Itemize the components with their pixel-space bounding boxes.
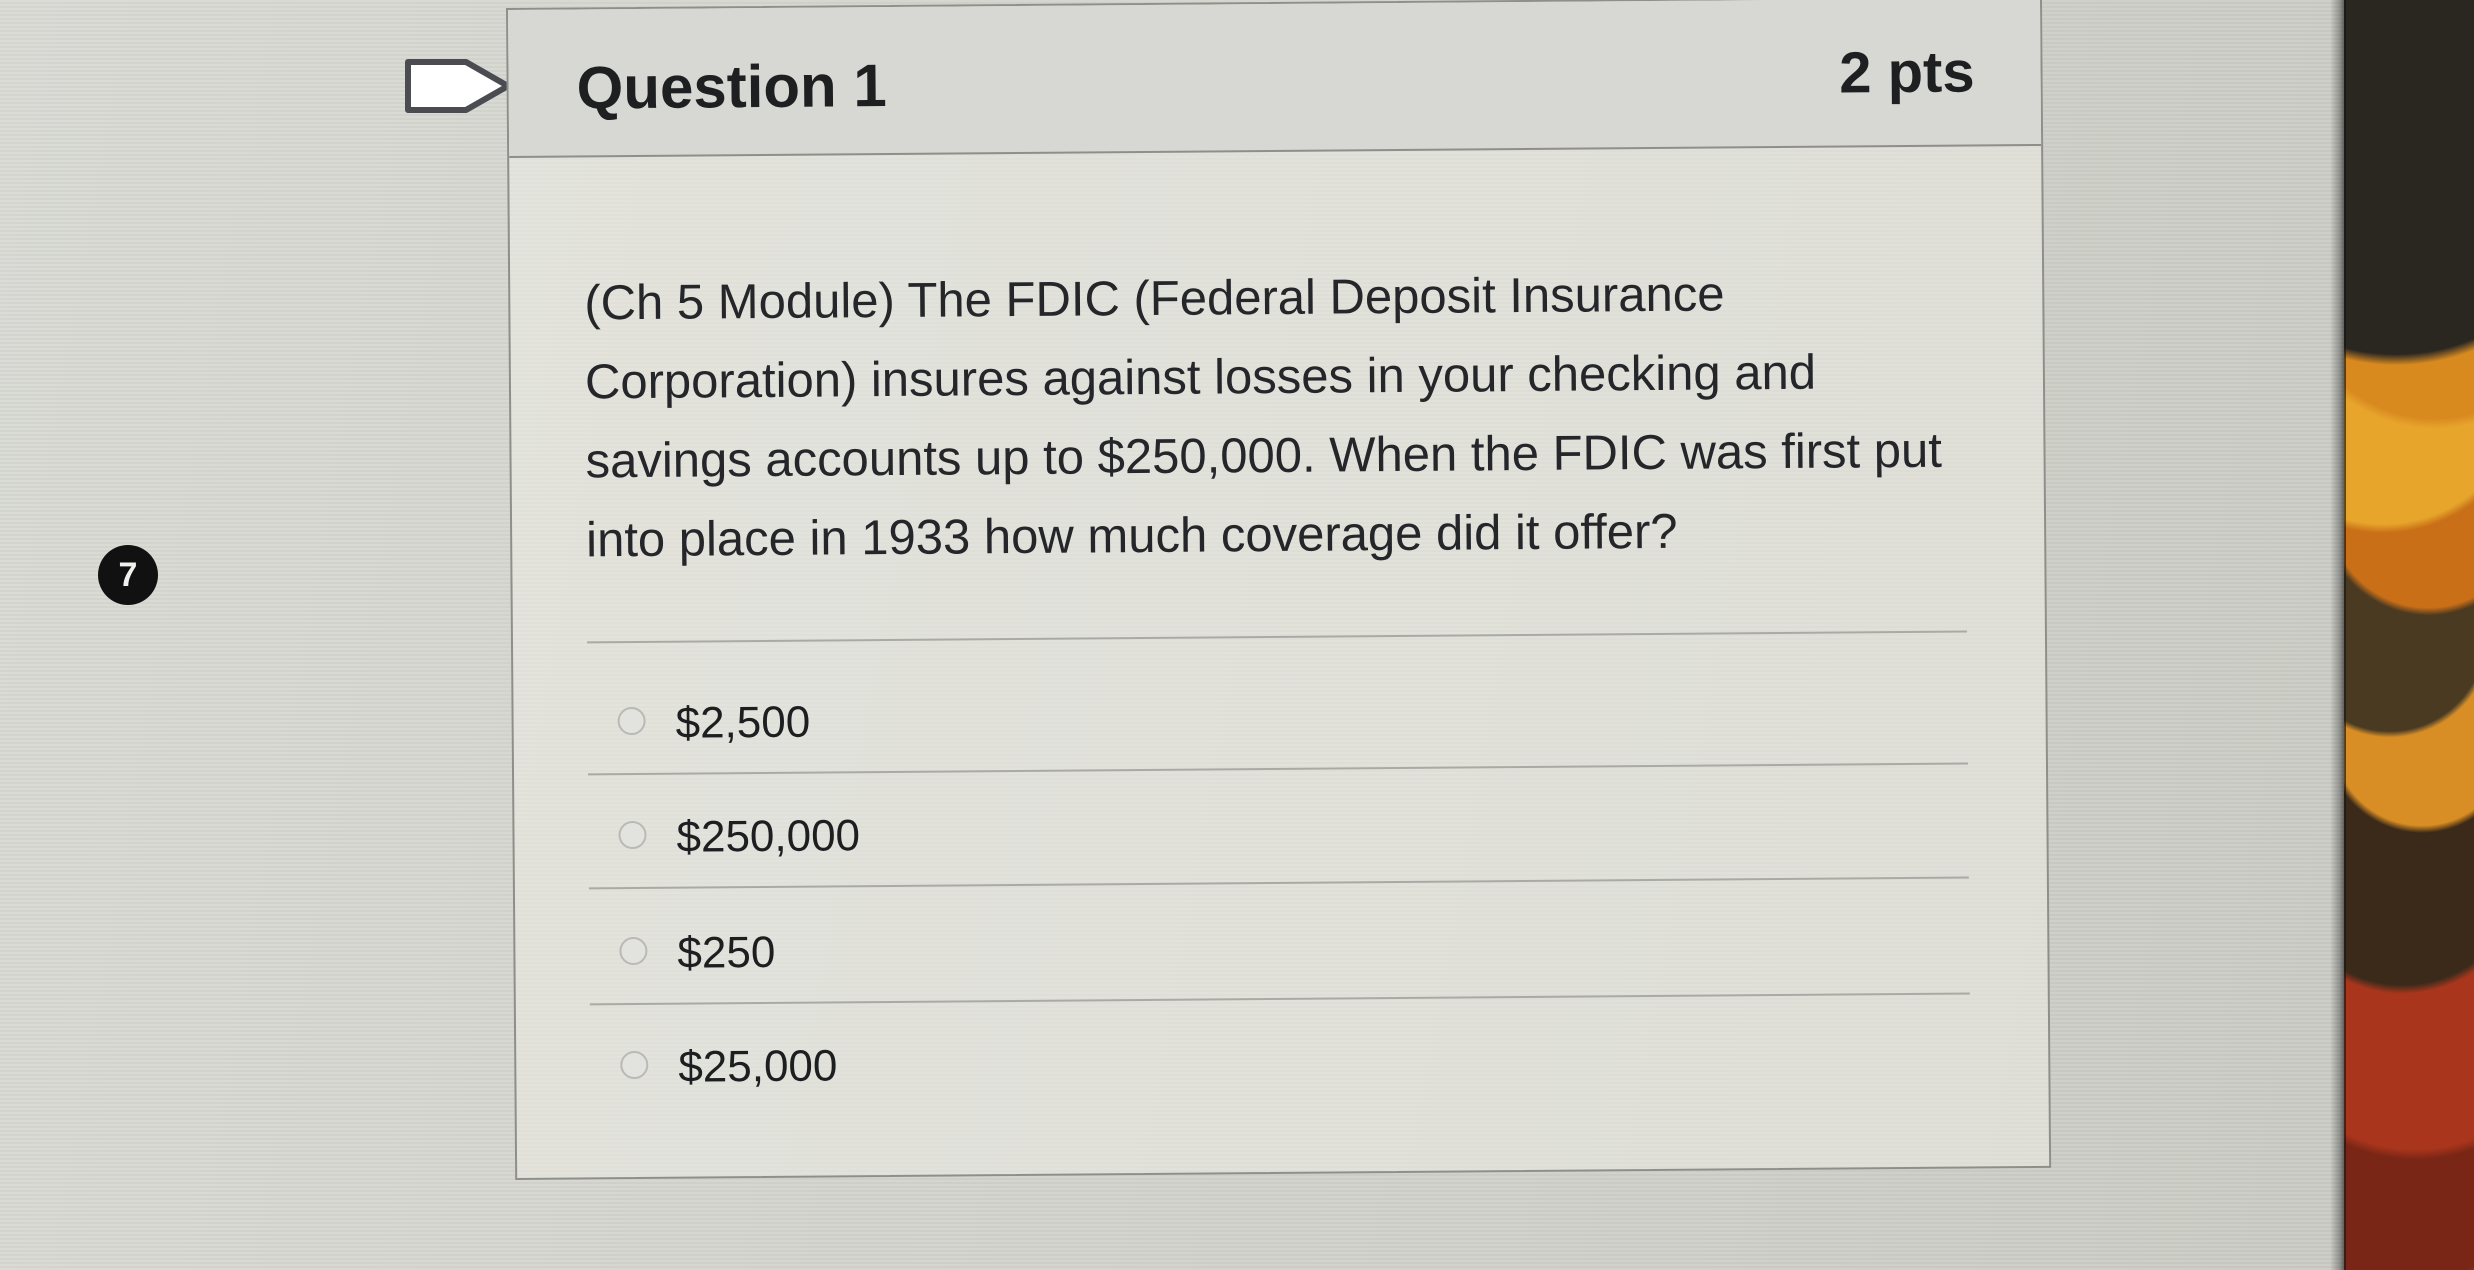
- background-foliage: [2344, 0, 2474, 1270]
- answer-label[interactable]: $250: [677, 928, 775, 979]
- answer-option[interactable]: $250: [589, 883, 1970, 1006]
- question-number-badge[interactable]: 7: [98, 545, 158, 605]
- radio-button-icon[interactable]: [619, 936, 648, 966]
- question-header: Question 1 2 pts: [508, 0, 2042, 158]
- answer-option[interactable]: $2,500: [587, 653, 1968, 776]
- answer-option[interactable]: $25,000: [590, 997, 1971, 1120]
- question-title: Question 1: [576, 52, 887, 122]
- question-divider: [586, 630, 1967, 644]
- answer-label[interactable]: $25,000: [678, 1041, 837, 1092]
- radio-button-icon[interactable]: [617, 706, 646, 736]
- answer-label[interactable]: $2,500: [675, 698, 810, 749]
- monitor-edge: [2330, 0, 2346, 1270]
- bookmark-flag-icon[interactable]: [404, 58, 514, 114]
- answer-option[interactable]: $250,000: [588, 767, 1969, 890]
- question-points: 2 pts: [1838, 39, 1975, 106]
- question-card: Question 1 2 pts (Ch 5 Module) The FDIC …: [506, 0, 2052, 1180]
- question-text: (Ch 5 Module) The FDIC (Federal Deposit …: [584, 267, 1943, 568]
- radio-button-icon[interactable]: [620, 1050, 649, 1080]
- answer-label[interactable]: $250,000: [676, 811, 860, 862]
- radio-button-icon[interactable]: [618, 820, 647, 850]
